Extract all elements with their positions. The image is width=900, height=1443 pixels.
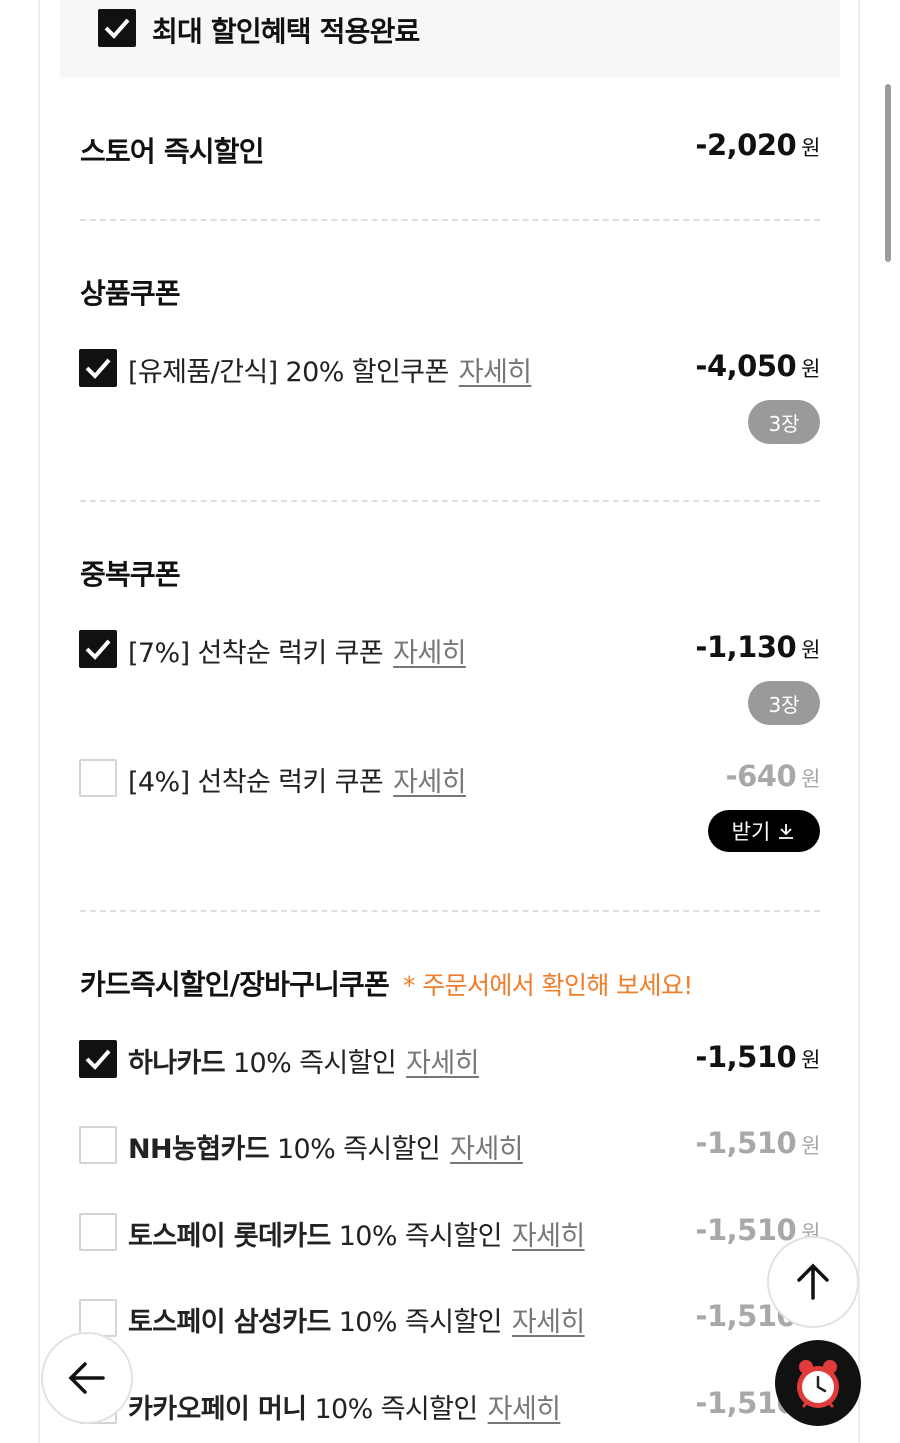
duplicate-coupon-checkbox-1[interactable] [79,630,117,668]
card-amount-nh: -1,510 원 [695,1126,820,1160]
card-discount-title: 카드즉시할인/장바구니쿠폰 * 주문서에서 확인해 보세요! [80,968,693,1001]
duplicate-coupon-amount-1: -1,130 원 [695,630,820,664]
back-button[interactable] [41,1332,133,1424]
card-discount-note: * 주문서에서 확인해 보세요! [402,971,693,1000]
card-checkbox-hana[interactable] [79,1040,117,1078]
detail-link[interactable]: 자세히 [406,1048,479,1079]
detail-link[interactable]: 자세히 [512,1221,585,1252]
detail-link[interactable]: 자세히 [393,767,466,798]
divider [80,219,820,221]
detail-link[interactable]: 자세히 [450,1134,523,1165]
coupon-count-badge[interactable]: 3장 [748,400,820,444]
detail-link[interactable]: 자세히 [512,1307,585,1338]
card-item-toss-lotte: 토스페이 롯데카드 10% 즉시할인 자세히 [128,1221,585,1252]
max-discount-label: 최대 할인혜택 적용완료 [152,15,420,48]
download-icon [779,824,794,839]
card-item-nh: NH농협카드 10% 즉시할인 자세히 [128,1134,523,1165]
card-item-toss-samsung: 토스페이 삼성카드 10% 즉시할인 자세히 [128,1307,585,1338]
detail-link[interactable]: 자세히 [459,357,532,388]
coupon-download-button[interactable]: 받기 [708,810,820,852]
alarm-clock-icon [797,1360,839,1408]
product-coupon-amount: -4,050 원 [695,349,820,383]
scroll-top-button[interactable] [767,1236,859,1328]
check-icon [85,639,111,660]
check-icon [85,1049,111,1070]
divider [80,500,820,502]
card-checkbox-nh[interactable] [79,1126,117,1164]
download-label: 받기 [731,820,771,844]
duplicate-coupon-item-2: [4%] 선착순 럭키 쿠폰 자세히 [128,767,466,798]
duplicate-coupon-item-1: [7%] 선착순 럭키 쿠폰 자세히 [128,638,466,669]
alarm-button[interactable] [775,1340,861,1426]
product-coupon-item: [유제품/간식] 20% 할인쿠폰 자세히 [128,357,532,388]
detail-link[interactable]: 자세히 [488,1394,561,1425]
scrollbar[interactable] [885,84,891,262]
check-icon [85,358,111,379]
duplicate-coupon-title: 중복쿠폰 [80,558,181,591]
store-discount-amount: -2,020 원 [695,128,820,162]
arrow-up-icon [797,1263,829,1300]
product-coupon-title: 상품쿠폰 [80,277,181,310]
max-discount-checkbox[interactable] [98,9,136,47]
duplicate-coupon-checkbox-2[interactable] [79,759,117,797]
product-coupon-checkbox[interactable] [79,349,117,387]
card-item-hana: 하나카드 10% 즉시할인 자세히 [128,1048,479,1079]
card-item-kakao: 카카오페이 머니 10% 즉시할인 자세히 [128,1394,561,1425]
divider [80,910,820,912]
arrow-left-icon [68,1362,105,1394]
coupon-count-badge[interactable]: 3장 [748,681,820,725]
card-checkbox-toss-lotte[interactable] [79,1213,117,1251]
detail-link[interactable]: 자세히 [393,638,466,669]
check-icon [104,18,130,39]
card-amount-hana: -1,510 원 [695,1040,820,1074]
store-discount-label: 스토어 즉시할인 [80,135,264,168]
duplicate-coupon-amount-2: -640 원 [725,759,821,793]
